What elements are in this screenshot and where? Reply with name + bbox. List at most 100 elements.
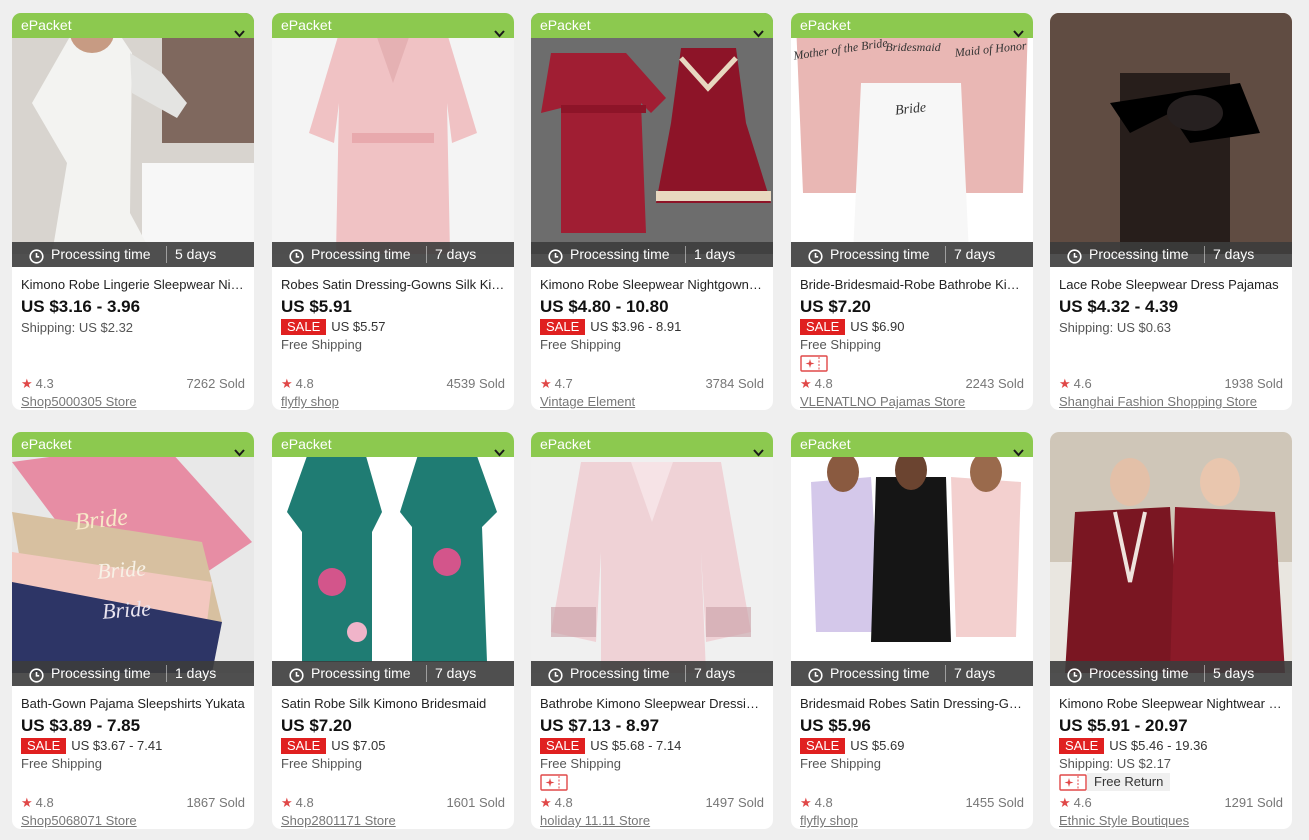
product-card[interactable]: ePacket Processing time 7 days Satin Robe S…	[272, 432, 514, 829]
product-image[interactable]: ePacket	[791, 432, 1033, 673]
product-image[interactable]: Bride Bride Bride ePacket	[12, 432, 254, 673]
epacket-label: ePacket	[281, 17, 332, 33]
store-link[interactable]: Ethnic Style Boutiques	[1059, 813, 1189, 828]
shipping-info: Shipping: US $0.63	[1059, 320, 1172, 335]
product-card[interactable]: ePacket Processing time 7 days Bridesmaid R…	[791, 432, 1033, 829]
product-rating: ★ 4.8	[281, 795, 314, 811]
product-rating: ★ 4.3	[21, 376, 54, 392]
epacket-tag[interactable]: ePacket	[531, 13, 773, 38]
store-link[interactable]: Shanghai Fashion Shopping Store	[1059, 394, 1257, 409]
processing-label: Processing time	[830, 665, 930, 681]
processing-days: 1 days	[694, 246, 736, 262]
chevron-down-icon[interactable]	[494, 21, 505, 38]
product-title[interactable]: Robes Satin Dressing-Gowns Silk Kimono	[281, 277, 505, 292]
chevron-down-icon[interactable]	[753, 21, 764, 38]
product-title[interactable]: Lace Robe Sleepwear Dress Pajamas	[1059, 277, 1283, 292]
sold-count: 4539 Sold	[446, 376, 505, 391]
store-link[interactable]: Shop2801171 Store	[281, 813, 396, 828]
epacket-label: ePacket	[540, 17, 591, 33]
processing-days: 7 days	[694, 665, 736, 681]
product-title[interactable]: Bride-Bridesmaid-Robe Bathrobe Kimono	[800, 277, 1024, 292]
product-image[interactable]: ePacket	[272, 432, 514, 673]
product-title[interactable]: Bathrobe Kimono Sleepwear Dressing Gown	[540, 696, 764, 711]
epacket-tag[interactable]: ePacket	[272, 13, 514, 38]
product-title[interactable]: Bath-Gown Pajama Sleepshirts Yukata	[21, 696, 245, 711]
rating-value: 4.8	[814, 795, 833, 810]
product-card[interactable]: ePacket Processing time 7 days Robes Satin …	[272, 13, 514, 410]
processing-time-bar: Processing time 1 days	[531, 242, 773, 267]
store-link[interactable]: VLENATLNO Pajamas Store	[800, 394, 965, 409]
product-card[interactable]: Bride Bride Bride ePacket Processing time 1 d…	[12, 432, 254, 829]
product-card[interactable]: ePacket Processing time 7 days Bathrobe Kim…	[531, 432, 773, 829]
product-price: US $7.20	[281, 716, 352, 735]
product-title[interactable]: Bridesmaid Robes Satin Dressing-Gown	[800, 696, 1024, 711]
chevron-down-icon[interactable]	[494, 440, 505, 457]
product-photo	[791, 432, 1033, 673]
clock-icon	[1067, 247, 1082, 264]
sold-count: 1867 Sold	[186, 795, 245, 810]
product-title[interactable]: Kimono Robe Sleepwear Nightgown Set	[540, 277, 764, 292]
chevron-down-icon[interactable]	[1013, 440, 1024, 457]
product-image[interactable]: ePacket	[531, 432, 773, 673]
store-link[interactable]: flyfly shop	[281, 394, 339, 409]
processing-label: Processing time	[830, 246, 930, 262]
store-link[interactable]: flyfly shop	[800, 813, 858, 828]
product-title[interactable]: Satin Robe Silk Kimono Bridesmaid	[281, 696, 505, 711]
product-title[interactable]: Kimono Robe Sleepwear Nightwear Couple	[1059, 696, 1283, 711]
star-icon: ★	[1059, 376, 1071, 391]
sale-badge: SALE	[800, 319, 846, 335]
product-price: US $7.13 - 8.97	[540, 716, 660, 735]
epacket-tag[interactable]: ePacket	[791, 13, 1033, 38]
product-title[interactable]: Kimono Robe Lingerie Sleepwear Nightgown	[21, 277, 245, 292]
product-card[interactable]: Mother of the Bride Bridesmaid Maid of Hon…	[791, 13, 1033, 410]
rating-value: 4.6	[1073, 376, 1092, 391]
chevron-down-icon[interactable]	[1013, 21, 1024, 38]
product-image[interactable]: Mother of the Bride Bridesmaid Maid of Hon…	[791, 13, 1033, 254]
rating-value: 4.6	[1073, 795, 1092, 810]
epacket-tag[interactable]: ePacket	[531, 432, 773, 457]
product-card[interactable]: Processing time 5 days Kimono Robe Sleepwe…	[1050, 432, 1292, 829]
product-photo: BrideBrideBride	[12, 432, 254, 673]
coupon-icon	[800, 355, 828, 372]
product-card[interactable]: ePacket Processing time 1 days Kimono Robe …	[531, 13, 773, 410]
chevron-down-icon[interactable]	[234, 21, 245, 38]
processing-time-bar: Processing time 1 days	[12, 661, 254, 686]
product-image[interactable]: ePacket	[272, 13, 514, 254]
processing-label: Processing time	[1089, 665, 1189, 681]
sold-count: 2243 Sold	[965, 376, 1024, 391]
store-link[interactable]: Shop5000305 Store	[21, 394, 137, 409]
sold-count: 1455 Sold	[965, 795, 1024, 810]
product-card[interactable]: ePacket Processing time 5 days Kimono Robe …	[12, 13, 254, 410]
product-card[interactable]: Processing time 7 days Lace Robe Sleepwear…	[1050, 13, 1292, 410]
processing-label: Processing time	[311, 246, 411, 262]
epacket-tag[interactable]: ePacket	[272, 432, 514, 457]
chevron-down-icon[interactable]	[753, 440, 764, 457]
product-price: US $5.96	[800, 716, 871, 735]
sale-row: SALE US $6.90	[800, 319, 904, 336]
store-link[interactable]: holiday 11.11 Store	[540, 813, 650, 828]
product-image[interactable]: ePacket	[12, 13, 254, 254]
product-image[interactable]	[1050, 432, 1292, 673]
chevron-down-icon[interactable]	[234, 440, 245, 457]
store-link[interactable]: Shop5068071 Store	[21, 813, 137, 828]
clock-icon	[29, 666, 44, 683]
product-image[interactable]: ePacket	[531, 13, 773, 254]
shipping-info: Shipping: US $2.32	[21, 320, 134, 335]
shipping-info: Free Shipping	[281, 337, 362, 352]
processing-divider	[945, 246, 946, 263]
processing-divider	[426, 246, 427, 263]
epacket-label: ePacket	[21, 17, 72, 33]
processing-time-bar: Processing time 7 days	[1050, 242, 1292, 267]
epacket-tag[interactable]: ePacket	[791, 432, 1033, 457]
store-link[interactable]: Vintage Element	[540, 394, 635, 409]
processing-divider	[945, 665, 946, 682]
processing-label: Processing time	[570, 665, 670, 681]
epacket-tag[interactable]: ePacket	[12, 13, 254, 38]
processing-days: 7 days	[954, 246, 996, 262]
product-rating: ★ 4.8	[800, 376, 833, 392]
shipping-info: Free Shipping	[540, 337, 621, 352]
sold-count: 7262 Sold	[186, 376, 245, 391]
epacket-tag[interactable]: ePacket	[12, 432, 254, 457]
product-price: US $7.20	[800, 297, 871, 316]
product-image[interactable]	[1050, 13, 1292, 254]
